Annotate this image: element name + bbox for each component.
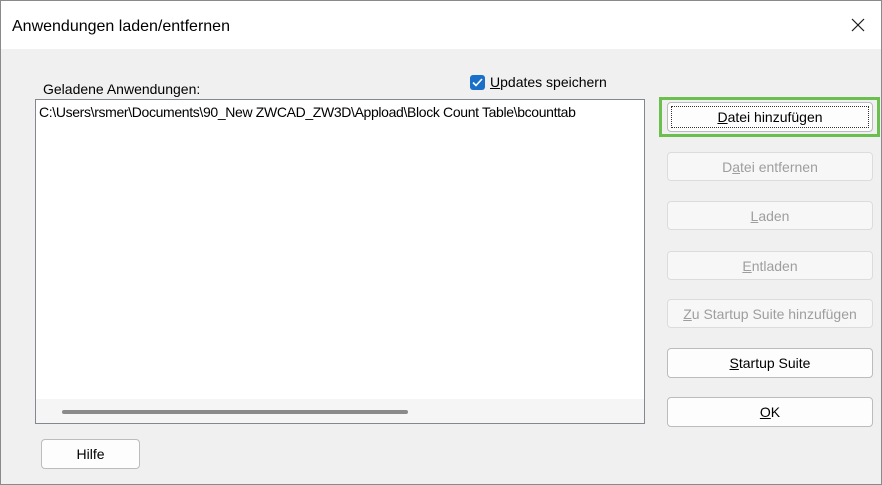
- save-updates-label: Updates speichern: [490, 74, 607, 90]
- remove-file-button[interactable]: Datei entfernen: [667, 152, 873, 181]
- dialog-title: Anwendungen laden/entfernen: [12, 18, 230, 35]
- add-file-button[interactable]: Datei hinzufügen: [667, 102, 873, 132]
- scrollbar-thumb[interactable]: [62, 410, 408, 414]
- load-label: Laden: [750, 207, 790, 224]
- load-button[interactable]: Laden: [667, 201, 873, 230]
- startup-suite-label: Startup Suite: [729, 355, 811, 371]
- ok-button[interactable]: OK: [667, 397, 873, 427]
- focus-ring: [671, 106, 869, 128]
- save-updates-checkbox[interactable]: Updates speichern: [470, 74, 607, 90]
- horizontal-scrollbar[interactable]: [36, 399, 644, 423]
- startup-suite-button[interactable]: Startup Suite: [667, 348, 873, 378]
- close-icon: [851, 18, 865, 32]
- remove-file-label: Datei entfernen: [722, 158, 818, 175]
- loaded-applications-label: Geladene Anwendungen:: [43, 81, 201, 97]
- unload-button[interactable]: Entladen: [667, 251, 873, 280]
- loaded-applications-list[interactable]: C:\Users\rsmer\Documents\90_New ZWCAD_ZW…: [35, 99, 645, 424]
- unload-label: Entladen: [742, 257, 798, 274]
- help-button[interactable]: Hilfe: [41, 439, 140, 469]
- add-to-startup-suite-label: Zu Startup Suite hinzufügen: [683, 305, 857, 322]
- title-bar: Anwendungen laden/entfernen: [1, 1, 881, 49]
- checkbox-box[interactable]: [470, 74, 485, 90]
- list-item[interactable]: C:\Users\rsmer\Documents\90_New ZWCAD_ZW…: [39, 104, 576, 120]
- close-button[interactable]: [835, 1, 881, 49]
- ok-label: OK: [759, 404, 781, 420]
- appload-dialog: Anwendungen laden/entfernen Geladene Anw…: [0, 0, 882, 485]
- checkmark-icon: [472, 77, 483, 87]
- help-label: Hilfe: [76, 446, 105, 462]
- add-to-startup-suite-button[interactable]: Zu Startup Suite hinzufügen: [667, 299, 873, 328]
